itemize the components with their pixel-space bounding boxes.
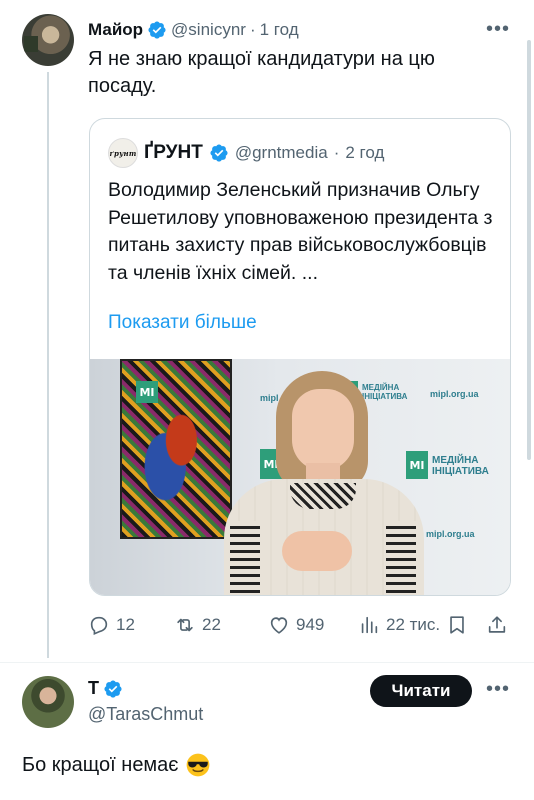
follow-button[interactable]: Читати [370, 675, 472, 707]
views-count: 22 тис. [386, 615, 441, 634]
share-icon [488, 616, 506, 633]
avatar[interactable] [22, 676, 74, 728]
more-icon[interactable]: ••• [486, 678, 510, 701]
author-name[interactable]: T [88, 678, 99, 699]
tweet2-header: T [88, 678, 123, 699]
tweet2-text-row: Бо кращої немає [22, 752, 211, 778]
separator-dot: · [249, 20, 256, 39]
like-count: 949 [296, 615, 325, 634]
quote-avatar-logo: ґрунт [109, 148, 137, 158]
person-photo [210, 371, 430, 595]
quoted-tweet[interactable]: ґрунт ҐРУНТ @grntmedia · 2 год Володимир… [89, 118, 511, 596]
bookmark-icon [450, 616, 464, 634]
quote-handle: @grntmedia [234, 143, 328, 162]
verified-badge-icon [210, 144, 228, 162]
views-button[interactable]: 22 тис. [358, 614, 440, 636]
quote-text: Володимир Зеленський призначив Ольгу Реш… [108, 179, 493, 284]
like-icon [270, 617, 288, 634]
tweet-actions: 12 22 949 22 тис. [88, 614, 518, 642]
reply-icon [90, 616, 108, 635]
more-icon[interactable]: ••• [486, 18, 510, 41]
reply-count: 12 [116, 615, 135, 634]
tweet-divider [0, 662, 534, 663]
retweet-button[interactable]: 22 [174, 614, 221, 636]
verified-badge-icon [104, 679, 122, 698]
quote-author-name: ҐРУНТ [144, 142, 203, 163]
tweet-text: Я не знаю кращої кандидатури на цю посад… [88, 48, 435, 97]
author-handle[interactable]: @sinicynr [171, 20, 246, 40]
quote-time: 2 год [345, 143, 385, 162]
author-handle[interactable]: @TarasChmut [88, 704, 203, 725]
thread-line [47, 72, 49, 658]
avatar[interactable] [22, 14, 74, 66]
retweet-icon [177, 618, 193, 632]
tweet-header: Майор @sinicynr · 1 год [88, 18, 299, 42]
wall-logo-text: МЕДІЙНА ІНІЦІАТИВА [432, 455, 489, 477]
author-name[interactable]: Майор [88, 20, 143, 40]
wall-url-text: mipl.org.ua [430, 389, 479, 399]
tweet-time[interactable]: 1 год [260, 20, 299, 40]
retweet-count: 22 [202, 615, 221, 634]
views-icon [361, 616, 378, 634]
media-initiative-logo: MI [136, 381, 158, 403]
share-button[interactable] [486, 614, 508, 636]
show-more-link[interactable]: Показати більше [108, 312, 257, 334]
quote-header: ґрунт ҐРУНТ @grntmedia · 2 год [108, 138, 385, 168]
wall-url-text: mipl.org.ua [426, 529, 475, 539]
tweet-main[interactable]: Майор @sinicynr · 1 год ••• Я не знаю кр… [0, 0, 534, 662]
like-button[interactable]: 949 [268, 614, 324, 636]
verified-badge-icon [148, 21, 166, 39]
reply-button[interactable]: 12 [88, 614, 135, 636]
quote-image[interactable]: MI mipl MI МЕДІЙНА ІНІЦІАТИВА mipl.org.u… [90, 359, 510, 595]
separator-dot: · [333, 143, 340, 162]
sunglasses-emoji-icon [186, 753, 209, 777]
tweet-text: Бо кращої немає [22, 753, 179, 776]
quote-avatar: ґрунт [108, 138, 138, 168]
bookmark-button[interactable] [446, 614, 468, 636]
